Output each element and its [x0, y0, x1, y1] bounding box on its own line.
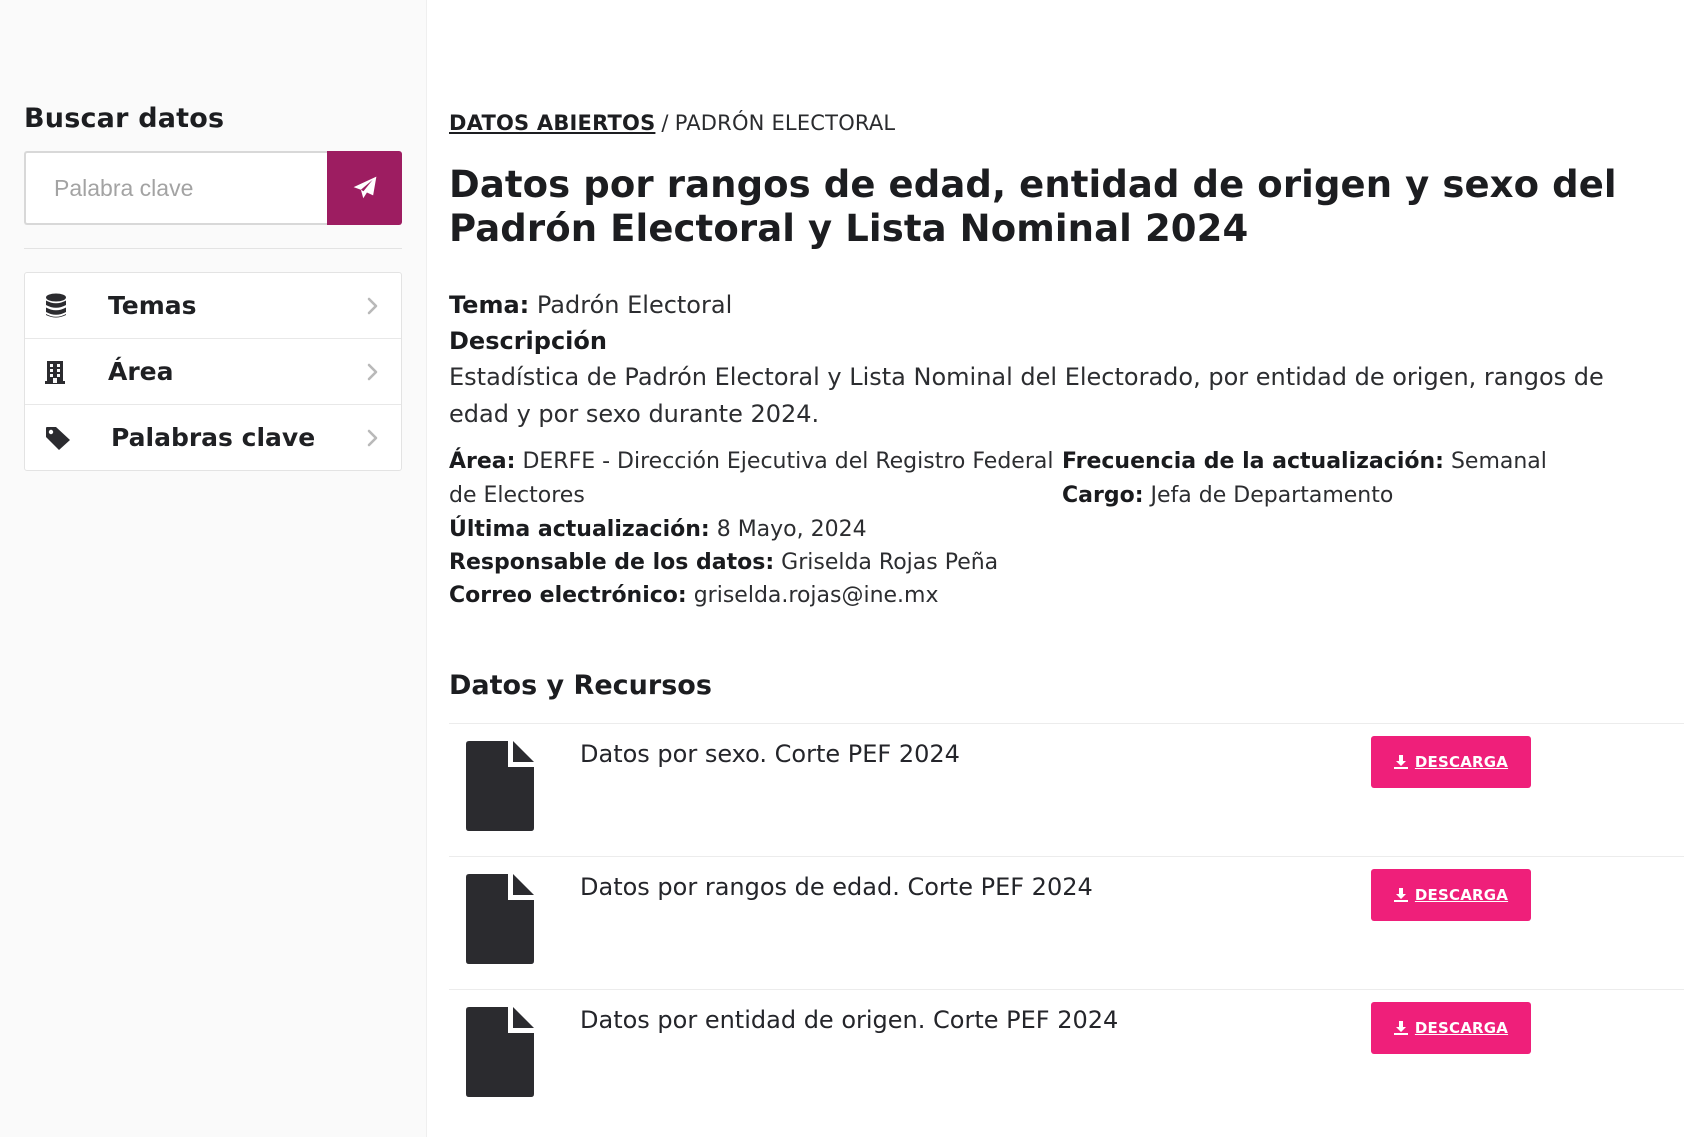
download-label: DESCARGA — [1414, 1019, 1509, 1038]
download-icon — [1393, 888, 1408, 903]
cargo-label: Cargo: — [1062, 483, 1144, 508]
info-left-column: Área: DERFE - Dirección Ejecutiva del Re… — [449, 445, 1062, 513]
paper-plane-icon — [353, 176, 376, 199]
ultima-value: 8 Mayo, 2024 — [716, 517, 867, 542]
resource-item: Datos por rangos de edad. Corte PEF 2024… — [449, 857, 1684, 991]
ultima-label: Última actualización: — [449, 517, 710, 542]
resource-name: Datos por rangos de edad. Corte PEF 2024 — [580, 873, 1093, 902]
breadcrumb-root-link[interactable]: DATOS ABIERTOS — [449, 111, 655, 135]
resource-name: Datos por sexo. Corte PEF 2024 — [580, 740, 960, 769]
sidebar: Buscar datos Palabra clave Temas Área Pa… — [0, 0, 427, 1137]
main-content: DATOS ABIERTOS / PADRÓN ELECTORAL Datos po… — [427, 0, 1684, 1137]
database-icon — [45, 293, 79, 319]
descripcion-label: Descripción — [449, 327, 607, 355]
download-icon — [1393, 755, 1408, 770]
filter-item-temas[interactable]: Temas — [25, 273, 401, 339]
resource-item: Datos por sexo. Corte PEF 2024 DESCARGA — [449, 724, 1684, 858]
descripcion-text: Estadística de Padrón Electoral y Lista … — [449, 363, 1604, 428]
sidebar-title: Buscar datos — [24, 103, 225, 134]
building-icon — [45, 360, 79, 384]
responsable-row: Responsable de los datos: Griselda Rojas… — [449, 546, 1684, 579]
file-icon — [466, 1007, 534, 1098]
file-icon — [466, 874, 534, 965]
info-right-column: Frecuencia de la actualización: Semanal … — [1062, 445, 1684, 513]
info-grid: Área: DERFE - Dirección Ejecutiva del Re… — [449, 445, 1684, 513]
download-button[interactable]: DESCARGA — [1371, 1002, 1531, 1055]
cargo-row: Cargo: Jefa de Departamento — [1062, 479, 1684, 513]
filter-item-area[interactable]: Área — [25, 339, 401, 405]
download-label: DESCARGA — [1414, 753, 1509, 772]
breadcrumb-current: PADRÓN ELECTORAL — [674, 111, 896, 135]
frecuencia-label: Frecuencia de la actualización: — [1062, 449, 1444, 474]
filter-label-temas: Temas — [108, 291, 197, 320]
area-label: Área: — [449, 449, 516, 474]
correo-label: Correo electrónico: — [449, 583, 687, 608]
frecuencia-value: Semanal — [1450, 449, 1547, 474]
resources-list: Datos por sexo. Corte PEF 2024 DESCARGA … — [449, 723, 1684, 1122]
correo-value: griselda.rojas@ine.mx — [693, 583, 939, 608]
ultima-row: Última actualización: 8 Mayo, 2024 — [449, 513, 1684, 546]
tema-label: Tema: — [449, 291, 530, 319]
filter-list: Temas Área Palabras clave — [24, 272, 402, 471]
chevron-right-icon — [363, 429, 381, 447]
area-value: DERFE - Dirección Ejecutiva del Registro… — [449, 449, 1054, 508]
chevron-right-icon — [363, 297, 381, 315]
page: Buscar datos Palabra clave Temas Área Pa… — [0, 0, 1684, 1137]
search-input[interactable] — [24, 151, 327, 225]
resource-name: Datos por entidad de origen. Corte PEF 2… — [580, 1006, 1119, 1035]
cargo-value: Jefa de Departamento — [1150, 483, 1394, 508]
frecuencia-row: Frecuencia de la actualización: Semanal — [1062, 445, 1684, 479]
page-title: Datos por rangos de edad, entidad de ori… — [449, 163, 1617, 250]
search-button[interactable] — [327, 151, 402, 225]
filter-item-palabras-clave[interactable]: Palabras clave — [25, 405, 401, 470]
breadcrumb-separator: / — [661, 111, 669, 135]
tema-row: Tema: Padrón Electoral — [449, 287, 1684, 323]
breadcrumb: DATOS ABIERTOS / PADRÓN ELECTORAL — [449, 111, 1684, 135]
sidebar-divider — [24, 248, 402, 249]
search-bar — [24, 151, 402, 225]
correo-row: Correo electrónico: griselda.rojas@ine.m… — [449, 579, 1684, 612]
resources-title: Datos y Recursos — [449, 670, 712, 701]
responsable-value: Griselda Rojas Peña — [781, 550, 999, 575]
responsable-label: Responsable de los datos: — [449, 550, 775, 575]
file-icon — [466, 741, 534, 832]
resource-item: Datos por entidad de origen. Corte PEF 2… — [449, 990, 1684, 1122]
download-button[interactable]: DESCARGA — [1371, 736, 1531, 789]
tema-value: Padrón Electoral — [536, 291, 733, 319]
filter-label-palabras-clave: Palabras clave — [111, 423, 316, 452]
filter-label-area: Área — [108, 357, 174, 386]
download-label: DESCARGA — [1414, 886, 1509, 905]
tag-icon — [45, 426, 79, 450]
download-icon — [1393, 1021, 1408, 1036]
chevron-right-icon — [363, 363, 381, 381]
download-button[interactable]: DESCARGA — [1371, 869, 1531, 922]
descripcion-heading: Descripción — [449, 323, 1684, 359]
